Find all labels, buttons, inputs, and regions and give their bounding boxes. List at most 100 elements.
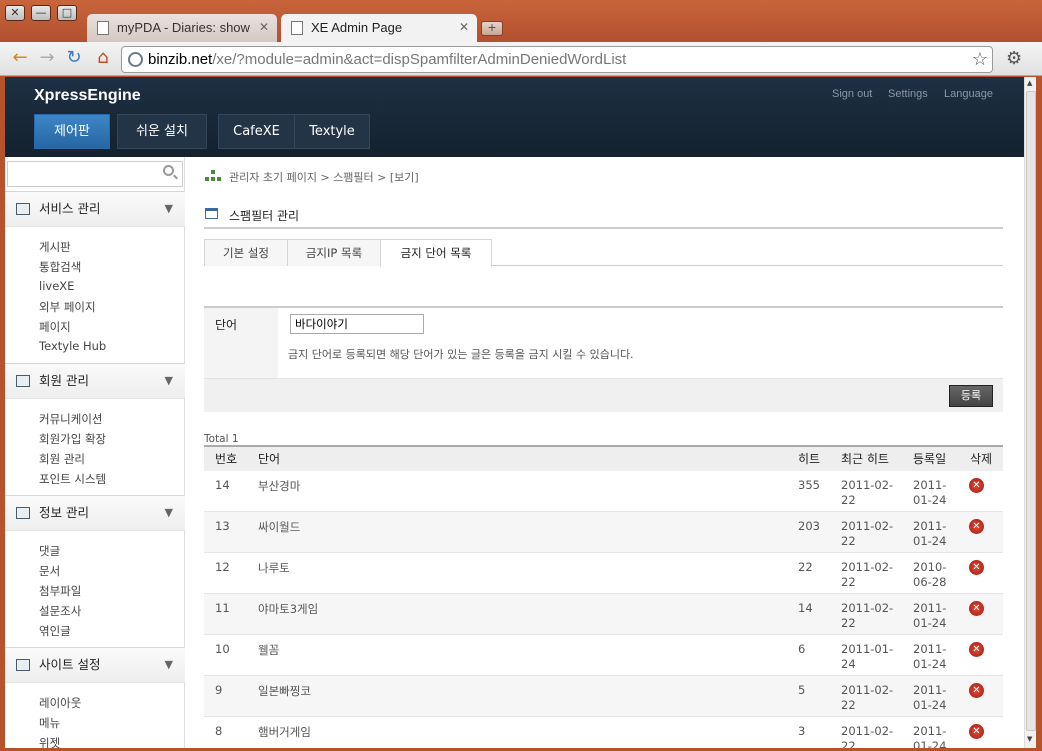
section-site-settings[interactable]: 사이트 설정 ▼: [5, 647, 185, 683]
sidebar-item-poll[interactable]: 설문조사: [39, 603, 81, 619]
chevron-down-icon[interactable]: ▼: [165, 496, 173, 530]
row-hits: 355: [798, 478, 820, 492]
chevron-down-icon[interactable]: ▼: [165, 364, 173, 398]
close-tab-icon[interactable]: ✕: [459, 20, 469, 34]
sidebar-item-page[interactable]: 페이지: [39, 319, 71, 335]
row-last-hit: 2011-02- 22: [841, 519, 894, 548]
sidebar-item-point-system[interactable]: 포인트 시스템: [39, 471, 106, 487]
tab-title: XE Admin Page: [311, 20, 403, 35]
sidebar-item-layout[interactable]: 레이아웃: [39, 695, 81, 711]
page-title: 스팸필터 관리: [229, 209, 300, 223]
row-word: 웰꼼: [258, 643, 280, 657]
wrench-menu-icon[interactable]: ⚙: [1006, 48, 1022, 69]
sign-out-link[interactable]: Sign out: [832, 88, 872, 100]
menu-textyle[interactable]: Textyle: [294, 114, 370, 149]
menu-easy-install[interactable]: 쉬운 설치: [117, 114, 207, 149]
sidebar-item-communication[interactable]: 커뮤니케이션: [39, 411, 102, 427]
section-member-management[interactable]: 회원 관리 ▼: [5, 363, 185, 399]
forward-icon[interactable]: →: [36, 48, 58, 70]
sidebar-item-widget[interactable]: 위젯: [39, 735, 60, 748]
row-number: 10: [215, 642, 230, 656]
sidebar-item-signup-extension[interactable]: 회원가입 확장: [39, 431, 106, 447]
chevron-down-icon[interactable]: ▼: [165, 192, 173, 226]
sidebar-item-trackback[interactable]: 엮인글: [39, 623, 71, 639]
search-icon[interactable]: [163, 165, 174, 176]
row-last-hit: 2011-01- 24: [841, 642, 894, 671]
admin-sidebar: 서비스 관리 ▼ 게시판 통합검색 liveXE 외부 페이지 페이지 Text…: [5, 157, 185, 748]
address-bar[interactable]: binzib.net/xe/?module=admin&act=dispSpam…: [121, 46, 993, 73]
home-icon[interactable]: ⌂: [92, 48, 114, 70]
url-host: binzib.net: [148, 51, 213, 68]
section-title: 정보 관리: [39, 505, 89, 520]
browser-tab-xe-admin[interactable]: XE Admin Page ✕: [281, 14, 477, 42]
row-word: 나루토: [258, 561, 290, 575]
sidebar-item-member-management[interactable]: 회원 관리: [39, 451, 85, 467]
scroll-up-icon[interactable]: ▲: [1027, 79, 1032, 87]
maximize-window-button[interactable]: □: [57, 5, 77, 21]
tab-denied-word-list[interactable]: 금지 단어 목록: [380, 239, 492, 267]
delete-icon[interactable]: ✕: [969, 560, 984, 575]
row-number: 9: [215, 683, 223, 697]
browser-tab-mypda[interactable]: myPDA - Diaries: show ✕: [87, 14, 277, 42]
row-hits: 6: [798, 642, 806, 656]
sidebar-item-integrated-search[interactable]: 통합검색: [39, 259, 81, 275]
scrollbar-thumb[interactable]: [1026, 91, 1036, 731]
close-tab-icon[interactable]: ✕: [259, 20, 269, 34]
sidebar-item-attachments[interactable]: 첨부파일: [39, 583, 81, 599]
minimize-window-button[interactable]: —: [31, 5, 51, 21]
delete-icon[interactable]: ✕: [969, 683, 984, 698]
word-input[interactable]: [290, 314, 424, 334]
row-number: 8: [215, 724, 223, 738]
table-row: 10 웰꼼 6 2011-01- 24 2011- 01-24 ✕: [204, 635, 1003, 676]
row-registered: 2011- 01-24: [913, 683, 947, 712]
sidebar-item-board[interactable]: 게시판: [39, 239, 71, 255]
sidebar-item-comments[interactable]: 댓글: [39, 543, 60, 559]
sidebar-search-input[interactable]: [7, 161, 183, 187]
tab-title: myPDA - Diaries: show: [117, 20, 250, 35]
delete-icon[interactable]: ✕: [969, 724, 984, 739]
scroll-down-icon[interactable]: ▼: [1027, 735, 1032, 743]
row-hits: 22: [798, 560, 813, 574]
settings-tabs: 기본 설정 금지IP 목록 금지 단어 목록: [204, 239, 1003, 267]
delete-icon[interactable]: ✕: [969, 642, 984, 657]
add-word-form: 단어 금지 단어로 등록되면 해당 단어가 있는 글은 등록을 금지 시킬 수 …: [204, 306, 1003, 412]
form-help-text: 금지 단어로 등록되면 해당 단어가 있는 글은 등록을 금지 시킬 수 있습니…: [288, 348, 634, 361]
delete-icon[interactable]: ✕: [969, 478, 984, 493]
page-scrollbar[interactable]: ▲ ▼: [1024, 77, 1036, 748]
breadcrumb[interactable]: 관리자 초기 페이지 > 스팸필터 > [보기]: [229, 169, 419, 185]
menu-control-panel[interactable]: 제어판: [34, 114, 110, 149]
settings-link[interactable]: Settings: [888, 88, 928, 100]
section-service-management[interactable]: 서비스 관리 ▼: [5, 191, 185, 227]
delete-icon[interactable]: ✕: [969, 519, 984, 534]
new-tab-button[interactable]: +: [481, 21, 503, 36]
reload-icon[interactable]: ↻: [63, 48, 85, 70]
close-window-button[interactable]: ✕: [5, 5, 25, 21]
bookmark-star-icon[interactable]: ☆: [972, 47, 988, 72]
sidebar-item-external-page[interactable]: 외부 페이지: [39, 299, 96, 315]
row-registered: 2011- 01-24: [913, 601, 947, 630]
language-link[interactable]: Language: [944, 88, 993, 100]
register-button[interactable]: 등록: [949, 385, 993, 407]
col-word: 단어: [258, 452, 281, 466]
col-hits: 히트: [798, 452, 821, 466]
sidebar-item-textyle-hub[interactable]: Textyle Hub: [39, 339, 106, 353]
row-number: 11: [215, 601, 230, 615]
sidebar-item-livexe[interactable]: liveXE: [39, 279, 74, 293]
tab-denied-ip-list[interactable]: 금지IP 목록: [287, 239, 381, 266]
row-number: 13: [215, 519, 230, 533]
row-word: 싸이월드: [258, 520, 301, 534]
row-word: 야마토3게임: [258, 602, 319, 616]
menu-cafexe[interactable]: CafeXE: [218, 114, 295, 149]
site-logo[interactable]: XpressEngine: [34, 87, 141, 105]
info-icon: [16, 507, 30, 519]
word-label: 단어: [204, 308, 278, 378]
section-info-management[interactable]: 정보 관리 ▼: [5, 495, 185, 531]
delete-icon[interactable]: ✕: [969, 601, 984, 616]
sidebar-item-documents[interactable]: 문서: [39, 563, 60, 579]
row-hits: 203: [798, 519, 820, 533]
row-number: 14: [215, 478, 230, 492]
chevron-down-icon[interactable]: ▼: [165, 648, 173, 682]
sidebar-item-menu[interactable]: 메뉴: [39, 715, 60, 731]
back-icon[interactable]: ←: [9, 48, 31, 70]
tab-basic-settings[interactable]: 기본 설정: [204, 239, 288, 266]
